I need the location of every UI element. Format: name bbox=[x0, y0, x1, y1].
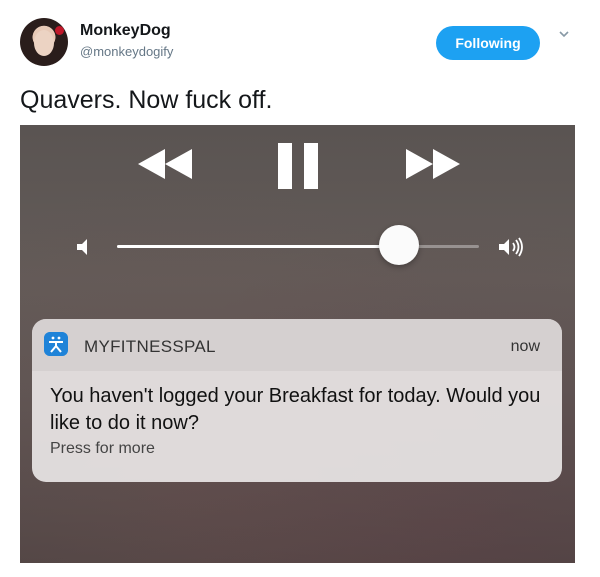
notification-time: now bbox=[510, 338, 540, 355]
notification-hint: Press for more bbox=[50, 440, 155, 457]
tweet-header: MonkeyDog @monkeydogify Following bbox=[20, 18, 580, 68]
volume-high-icon bbox=[499, 237, 523, 257]
display-name[interactable]: MonkeyDog bbox=[80, 22, 171, 40]
tweet-text: Quavers. Now fuck off. bbox=[20, 86, 273, 114]
volume-knob[interactable] bbox=[379, 225, 420, 265]
notification-card[interactable]: MYFITNESSPAL now You haven't logged your… bbox=[32, 319, 562, 482]
volume-slider[interactable] bbox=[117, 225, 479, 265]
pause-icon[interactable] bbox=[278, 143, 318, 189]
avatar-rose bbox=[55, 26, 64, 35]
rewind-icon[interactable] bbox=[138, 149, 192, 179]
tweet-media[interactable]: MYFITNESSPAL now You haven't logged your… bbox=[20, 125, 575, 563]
volume-low-icon bbox=[77, 239, 87, 255]
notification-message: You haven't logged your Breakfast for to… bbox=[50, 385, 541, 434]
notification-app-name: MYFITNESSPAL bbox=[84, 337, 216, 356]
chevron-down-icon[interactable] bbox=[558, 28, 570, 40]
volume-fill bbox=[117, 245, 400, 248]
notification-header: MYFITNESSPAL now bbox=[32, 319, 562, 371]
myfitnesspal-app-icon bbox=[44, 332, 68, 356]
avatar-face bbox=[34, 30, 54, 56]
user-handle[interactable]: @monkeydogify bbox=[80, 44, 173, 59]
fast-forward-icon[interactable] bbox=[406, 149, 460, 179]
avatar[interactable] bbox=[20, 18, 68, 66]
following-button[interactable]: Following bbox=[436, 26, 540, 60]
